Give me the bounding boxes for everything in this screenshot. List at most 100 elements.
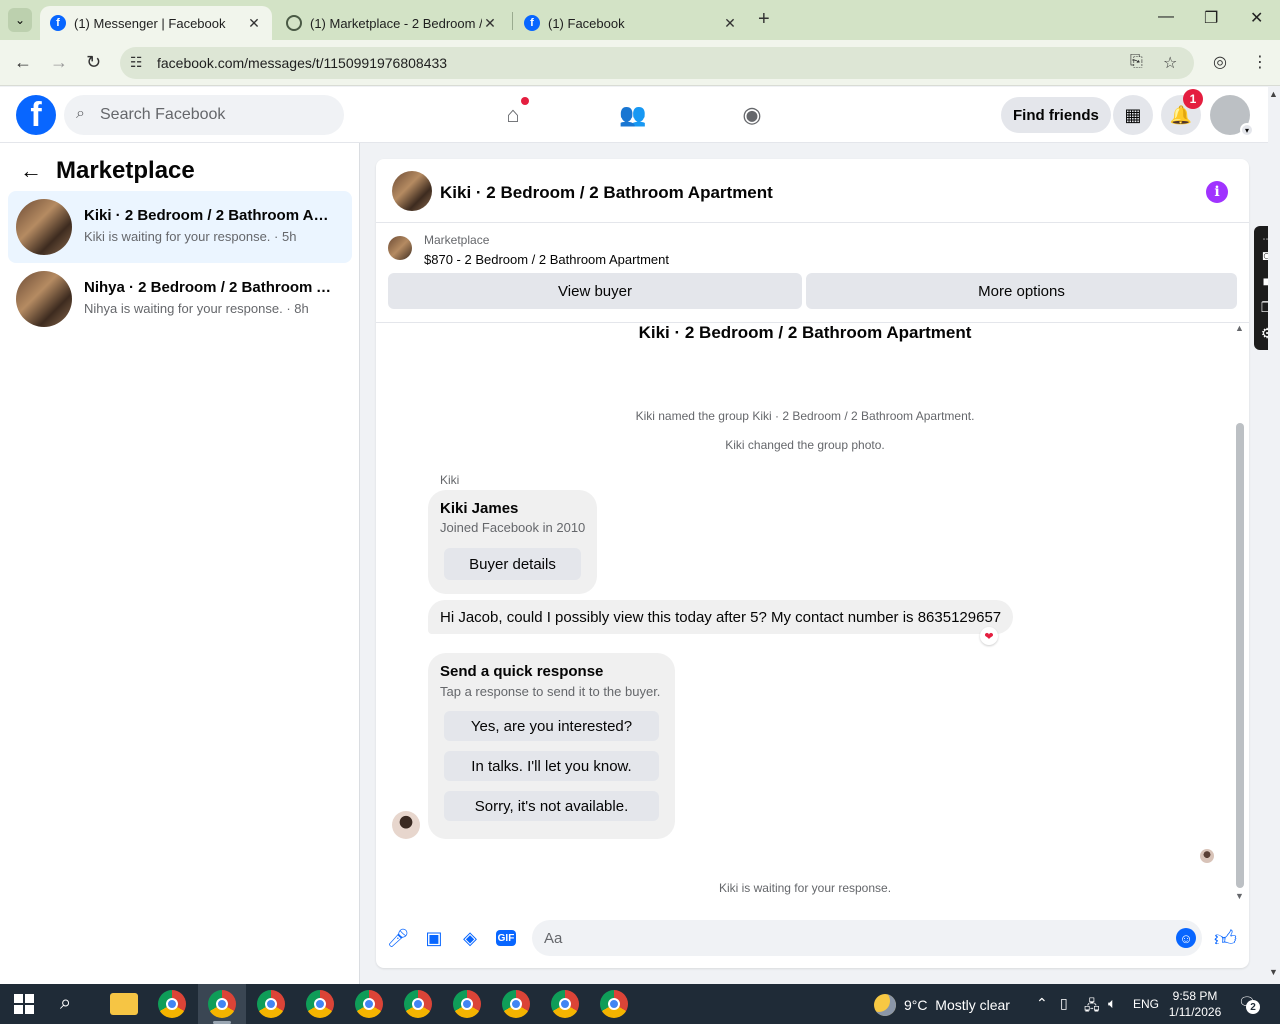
sidebar-header: ← Marketplace	[20, 157, 195, 185]
message-thread: Kiki · 2 Bedroom / 2 Bathroom Apartment …	[376, 323, 1249, 899]
new-tab-icon[interactable]: +	[758, 8, 770, 31]
chrome-profile-icon[interactable]	[257, 990, 285, 1018]
site-info-icon[interactable]: ☷	[130, 54, 143, 71]
minimize-icon[interactable]: —	[1158, 8, 1174, 26]
chat-header: Kiki · 2 Bedroom / 2 Bathroom Apartment …	[376, 159, 1249, 223]
windows-start-icon[interactable]	[14, 994, 34, 1014]
bookmark-star-icon[interactable]: ☆	[1163, 53, 1177, 73]
photo-icon[interactable]: ▣	[423, 927, 445, 949]
chat-title[interactable]: Kiki · 2 Bedroom / 2 Bathroom Apartment	[440, 183, 773, 203]
tab-messenger[interactable]: f (1) Messenger | Facebook ✕	[40, 6, 272, 40]
emoji-icon[interactable]: ☺	[1176, 928, 1196, 948]
message-input[interactable]	[532, 920, 1202, 956]
friends-icon[interactable]: 👥	[619, 101, 647, 129]
back-icon[interactable]: ←	[14, 52, 32, 73]
info-icon[interactable]: i	[1206, 181, 1228, 203]
quick-response-card: Send a quick response Tap a response to …	[428, 653, 675, 839]
chrome-profile-icon[interactable]	[306, 990, 334, 1018]
meet-icon[interactable]: ▯	[1060, 995, 1068, 1012]
browser-tab-bar: ⌄ f (1) Messenger | Facebook ✕ (1) Marke…	[0, 0, 1280, 40]
browser-menu-icon[interactable]: ⋮	[1252, 52, 1268, 72]
thread-scrollbar[interactable]: ▲ ▼	[1234, 323, 1246, 901]
conversation-item-nihya[interactable]: Nihya · 2 Bedroom / 2 Bathroom Apartment…	[8, 263, 352, 335]
tab-marketplace[interactable]: (1) Marketplace - 2 Bedroom / 2 ✕	[276, 6, 508, 40]
tab-facebook[interactable]: f (1) Facebook ✕	[514, 6, 748, 40]
omnibox[interactable]: ☷ facebook.com/messages/t/11509919768084…	[120, 47, 1194, 79]
scroll-down-icon[interactable]: ▼	[1235, 891, 1244, 901]
notification-badge: 1	[1183, 89, 1203, 109]
scroll-down-icon[interactable]: ▼	[1269, 967, 1278, 977]
buyer-details-button[interactable]: Buyer details	[444, 548, 581, 580]
language-indicator[interactable]: ENG	[1133, 997, 1159, 1011]
chrome-profile-icon[interactable]	[600, 990, 628, 1018]
conversation-item-kiki[interactable]: Kiki · 2 Bedroom / 2 Bathroom Apartment …	[8, 191, 352, 263]
search-box[interactable]: ⌕	[64, 95, 344, 135]
back-arrow-icon[interactable]: ←	[20, 158, 42, 184]
view-buyer-button[interactable]: View buyer	[388, 273, 802, 309]
tab-separator	[512, 12, 513, 30]
marketplace-sidebar: ← Marketplace Kiki · 2 Bedroom / 2 Bathr…	[0, 143, 360, 984]
sidebar-title: Marketplace	[56, 157, 195, 184]
network-icon[interactable]: 🖧︎	[1084, 995, 1100, 1019]
url-text[interactable]: facebook.com/messages/t/1150991976808433	[157, 55, 447, 71]
gif-icon[interactable]: GIF	[496, 930, 516, 946]
moon-cloud-icon	[874, 994, 896, 1016]
chrome-profile-icon[interactable]	[404, 990, 432, 1018]
reload-icon[interactable]: ↻	[86, 52, 101, 73]
chrome-profile-icon[interactable]	[551, 990, 579, 1018]
thread-title: Kiki · 2 Bedroom / 2 Bathroom Apartment	[638, 323, 972, 342]
tab-search-icon[interactable]: ⌄	[8, 8, 32, 32]
account-avatar[interactable]: ▾	[1210, 95, 1254, 137]
listing-banner: Marketplace $870 - 2 Bedroom / 2 Bathroo…	[376, 223, 1249, 323]
find-friends-button[interactable]: Find friends	[1001, 97, 1111, 133]
install-app-icon[interactable]: ⎘	[1130, 53, 1143, 71]
weather-widget[interactable]: 9°C Mostly clear	[874, 994, 1010, 1016]
volume-icon[interactable]: 🔈︎	[1108, 995, 1116, 1012]
facebook-logo-icon[interactable]: f	[16, 95, 56, 135]
group-photo[interactable]	[392, 171, 432, 211]
scrollbar-thumb[interactable]	[1236, 423, 1244, 888]
address-bar-row: ← → ↻ ☷ facebook.com/messages/t/11509919…	[0, 40, 1280, 86]
menu-grid-icon[interactable]: ▦	[1113, 95, 1153, 135]
facebook-favicon-icon: f	[524, 15, 540, 31]
quick-response-in-talks-button[interactable]: In talks. I'll let you know.	[444, 751, 659, 781]
window-close-icon[interactable]: ✕	[1250, 8, 1263, 28]
quick-response-not-available-button[interactable]: Sorry, it's not available.	[444, 791, 659, 821]
sticker-icon[interactable]: ◈	[459, 927, 481, 949]
more-options-button[interactable]: More options	[806, 273, 1237, 309]
quick-response-yes-button[interactable]: Yes, are you interested?	[444, 711, 659, 741]
notifications-bell-icon[interactable]: 🔔 1	[1161, 89, 1203, 135]
groups-icon[interactable]: ◉	[738, 101, 766, 129]
system-message: Kiki named the group Kiki · 2 Bedroom / …	[635, 409, 975, 423]
notification-center-icon[interactable]: 🗨︎ 2	[1238, 994, 1260, 1014]
page-scrollbar[interactable]: ▲ ▼	[1268, 87, 1280, 984]
restore-icon[interactable]: ❐	[1204, 8, 1218, 28]
microphone-icon[interactable]: 🎤︎	[387, 927, 410, 949]
search-input[interactable]	[100, 95, 330, 135]
message-bubble[interactable]: Hi Jacob, could I possibly view this tod…	[428, 600, 1014, 634]
waiting-status: Kiki is waiting for your response.	[718, 881, 892, 895]
close-tab-icon[interactable]: ✕	[482, 15, 498, 32]
close-tab-icon[interactable]: ✕	[722, 15, 738, 32]
chrome-profile-icon[interactable]	[208, 990, 236, 1018]
listing-price[interactable]: $870 - 2 Bedroom / 2 Bathroom Apartment	[424, 252, 669, 267]
sender-avatar[interactable]	[392, 811, 420, 839]
profile-icon[interactable]: ◎	[1213, 52, 1227, 72]
close-tab-icon[interactable]: ✕	[246, 15, 262, 32]
scroll-up-icon[interactable]: ▲	[1269, 89, 1278, 99]
clock[interactable]: 9:58 PM 1/11/2026	[1162, 988, 1228, 1020]
chrome-profile-icon[interactable]	[502, 990, 530, 1018]
home-icon[interactable]: ⌂	[499, 97, 529, 129]
file-explorer-icon[interactable]	[110, 993, 138, 1015]
scroll-up-icon[interactable]: ▲	[1235, 323, 1244, 333]
like-thumb-icon[interactable]: 👍︎	[1214, 925, 1237, 952]
facebook-favicon-icon: f	[50, 15, 66, 31]
chrome-profile-icon[interactable]	[158, 990, 186, 1018]
chrome-profile-icon[interactable]	[355, 990, 383, 1018]
taskbar-search-icon[interactable]: ⌕	[60, 992, 71, 1015]
chevron-up-icon[interactable]: ⌃	[1036, 995, 1048, 1012]
notification-badge: 2	[1246, 1000, 1260, 1014]
forward-icon[interactable]: →	[50, 52, 68, 73]
chrome-profile-icon[interactable]	[453, 990, 481, 1018]
heart-reaction-icon[interactable]: ❤	[980, 627, 998, 645]
